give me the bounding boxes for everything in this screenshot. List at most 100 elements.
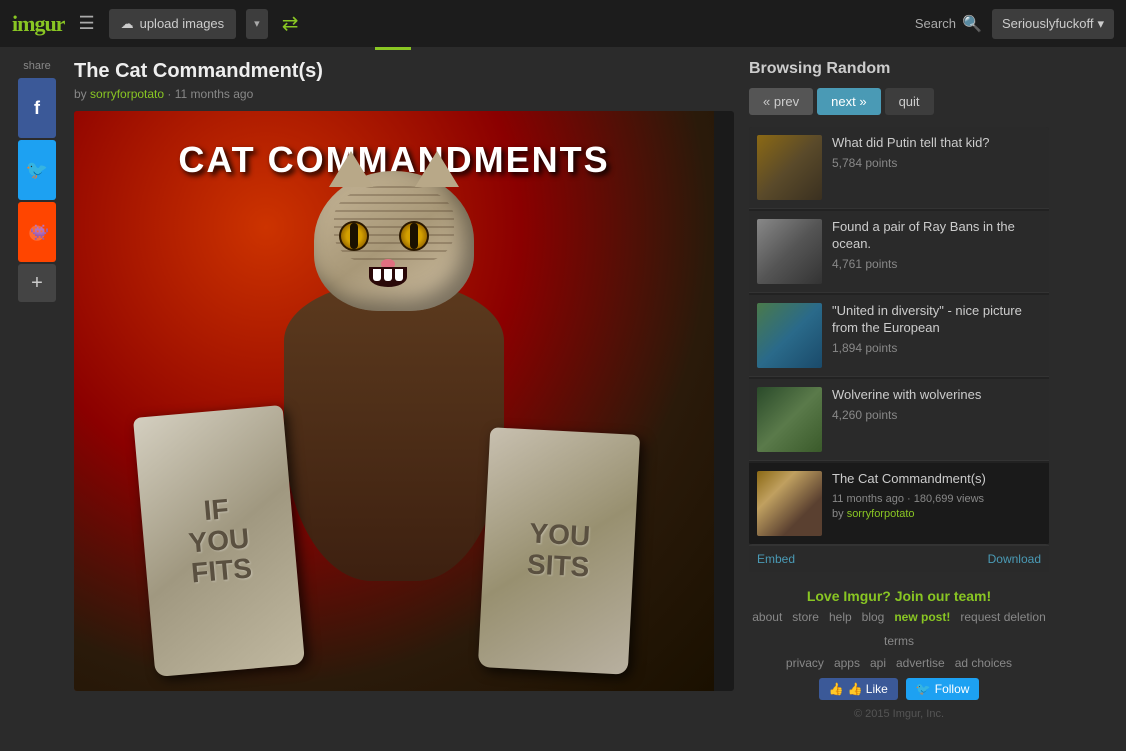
item-title: Found a pair of Ray Bans in the ocean. xyxy=(832,219,1041,253)
cat-ear-right xyxy=(415,151,459,187)
main-layout: share f 🐦 👾 + The Cat Commandment(s) by … xyxy=(0,50,1126,738)
quit-button[interactable]: quit xyxy=(885,88,934,115)
thumbs-up-icon: 👍 xyxy=(829,682,844,696)
download-link[interactable]: Download xyxy=(988,552,1041,566)
footer-link-privacy[interactable]: privacy xyxy=(786,656,824,670)
embed-download-bar: Embed Download xyxy=(749,545,1049,572)
items-list: What did Putin tell that kid? 5,784 poin… xyxy=(749,127,1049,545)
share-label: share xyxy=(23,60,51,72)
search-area[interactable]: Search 🔍 xyxy=(915,14,982,34)
twitter-bird-icon: 🐦 xyxy=(916,682,931,696)
post-meta: by sorryforpotato · 11 months ago xyxy=(74,87,734,101)
embed-link[interactable]: Embed xyxy=(757,552,795,566)
shuffle-icon[interactable]: ⇄ xyxy=(282,11,299,36)
svg-text:👾: 👾 xyxy=(30,225,48,242)
footer-link-store[interactable]: store xyxy=(792,610,819,624)
post-area: The Cat Commandment(s) by sorryforpotato… xyxy=(74,60,734,728)
footer-link-blog[interactable]: blog xyxy=(862,610,885,624)
browsing-panel: Browsing Random « prev next » quit What … xyxy=(749,60,1049,728)
upload-button[interactable]: ☁ upload images xyxy=(109,9,237,39)
list-item-current[interactable]: The Cat Commandment(s) 11 months ago · 1… xyxy=(749,463,1049,545)
more-share-button[interactable]: + xyxy=(18,264,56,302)
cat-eye-left xyxy=(339,221,369,251)
reddit-icon: 👾 xyxy=(26,221,48,243)
footer-link-advertise[interactable]: advertise xyxy=(896,656,945,670)
footer-links: about store help blog new post! request … xyxy=(749,610,1049,648)
footer-link-newpost[interactable]: new post! xyxy=(894,610,950,624)
list-item[interactable]: Wolverine with wolverines 4,260 points xyxy=(749,379,1049,461)
footer-link-adchoices[interactable]: ad choices xyxy=(955,656,1012,670)
tooth xyxy=(373,269,381,281)
post-image-container: CAT COMMANDMENTS xyxy=(74,111,734,691)
list-item[interactable]: "United in diversity" - nice picture fro… xyxy=(749,295,1049,377)
username-label: Seriouslyfuckoff xyxy=(1002,16,1094,31)
list-item[interactable]: Found a pair of Ray Bans in the ocean. 4… xyxy=(749,211,1049,293)
footer-section: Love Imgur? Join our team! about store h… xyxy=(749,572,1049,728)
footer-link-api[interactable]: api xyxy=(870,656,886,670)
item-thumbnail xyxy=(757,135,822,200)
item-title: Wolverine with wolverines xyxy=(832,387,1041,404)
post-image: CAT COMMANDMENTS xyxy=(74,111,714,691)
cat-ears xyxy=(329,151,459,187)
post-by-label: by xyxy=(74,87,87,101)
footer-link-terms[interactable]: terms xyxy=(884,634,914,648)
post-title: The Cat Commandment(s) xyxy=(74,60,734,83)
cat-eye-right xyxy=(399,221,429,251)
menu-icon[interactable]: ☰ xyxy=(74,9,98,38)
prev-button[interactable]: « prev xyxy=(749,88,813,115)
item-info: The Cat Commandment(s) 11 months ago · 1… xyxy=(832,471,1041,536)
cat-eyes xyxy=(339,221,449,251)
footer-links-row2: privacy apps api advertise ad choices xyxy=(749,656,1049,670)
item-info: "United in diversity" - nice picture fro… xyxy=(832,303,1041,368)
panel-scroll[interactable]: What did Putin tell that kid? 5,784 poin… xyxy=(749,127,1049,572)
cat-robe xyxy=(284,281,504,581)
item-title: The Cat Commandment(s) xyxy=(832,471,1041,488)
cat-teeth xyxy=(369,267,407,281)
tooth xyxy=(384,269,392,281)
tablet-right-text: YOUSITS xyxy=(526,519,591,584)
footer-link-about[interactable]: about xyxy=(752,610,782,624)
logo[interactable]: imgur xyxy=(12,11,64,37)
footer-link-help[interactable]: help xyxy=(829,610,852,624)
header: imgur ☰ ☁ upload images ▾ ⇄ Search 🔍 Ser… xyxy=(0,0,1126,47)
item-info: Found a pair of Ray Bans in the ocean. 4… xyxy=(832,219,1041,284)
post-author-link[interactable]: sorryforpotato xyxy=(90,87,164,101)
facebook-share-button[interactable]: f xyxy=(18,78,56,138)
footer-link-deletion[interactable]: request deletion xyxy=(960,610,1045,624)
item-title: What did Putin tell that kid? xyxy=(832,135,1041,152)
item-meta: 11 months ago · 180,699 views by sorryfo… xyxy=(832,492,1041,523)
upload-dropdown-arrow[interactable]: ▾ xyxy=(246,9,268,39)
item-thumbnail xyxy=(757,303,822,368)
twitter-share-button[interactable]: 🐦 xyxy=(18,140,56,200)
social-buttons: 👍 👍 Like 🐦 Follow xyxy=(749,678,1049,700)
nav-buttons: « prev next » quit xyxy=(749,88,1049,115)
share-sidebar: share f 🐦 👾 + xyxy=(15,60,59,728)
plus-icon: + xyxy=(31,272,43,295)
next-button[interactable]: next » xyxy=(817,88,880,115)
reddit-share-button[interactable]: 👾 xyxy=(18,202,56,262)
user-menu-button[interactable]: Seriouslyfuckoff ▾ xyxy=(992,9,1114,39)
facebook-like-button[interactable]: 👍 👍 Like xyxy=(819,678,898,700)
footer-cta: Love Imgur? Join our team! xyxy=(749,588,1049,604)
post-timestamp: 11 months ago xyxy=(175,87,254,101)
twitter-follow-button[interactable]: 🐦 Follow xyxy=(906,678,980,700)
footer-link-apps[interactable]: apps xyxy=(834,656,860,670)
copyright: © 2015 Imgur, Inc. xyxy=(749,708,1049,720)
search-icon[interactable]: 🔍 xyxy=(962,14,982,34)
item-info: Wolverine with wolverines 4,260 points xyxy=(832,387,1041,452)
tablet-left-text: IFYOUFITS xyxy=(185,492,254,589)
item-points: 5,784 points xyxy=(832,156,1041,170)
cat-head xyxy=(314,171,474,311)
list-item[interactable]: What did Putin tell that kid? 5,784 poin… xyxy=(749,127,1049,209)
chevron-down-icon: ▾ xyxy=(1097,16,1104,32)
item-info: What did Putin tell that kid? 5,784 poin… xyxy=(832,135,1041,200)
item-points: 4,260 points xyxy=(832,408,1041,422)
panel-title: Browsing Random xyxy=(749,60,1049,78)
header-underline xyxy=(0,47,1126,50)
post-separator: · xyxy=(167,87,174,101)
twitter-icon: 🐦 xyxy=(26,160,48,181)
tablet-right: YOUSITS xyxy=(478,427,640,675)
item-author-link[interactable]: sorryforpotato xyxy=(847,508,915,520)
tooth xyxy=(395,269,403,281)
facebook-icon: f xyxy=(34,98,40,119)
